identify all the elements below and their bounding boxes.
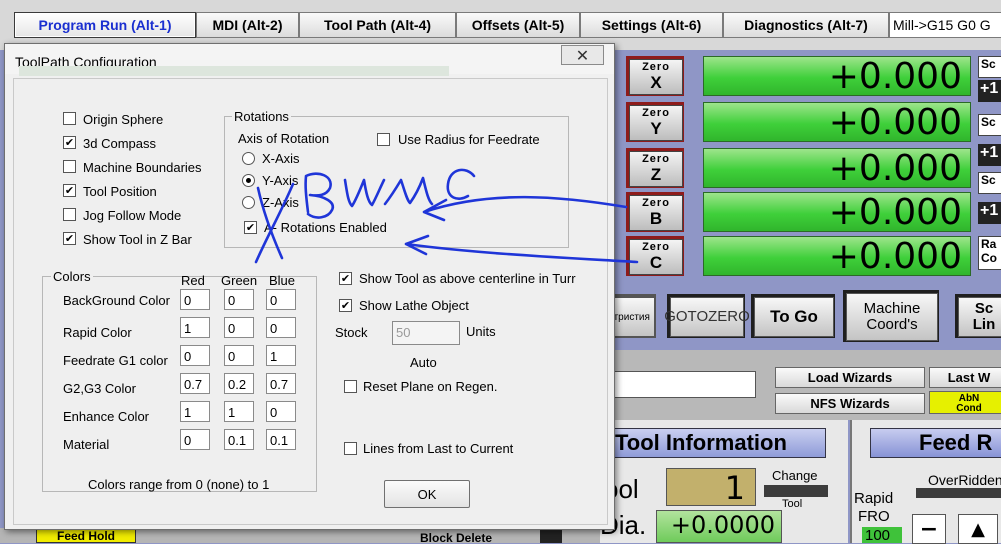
annotation-arrow-c: [404, 234, 639, 264]
annotation-cross: [254, 182, 295, 264]
annotation-letter-s: [446, 168, 476, 200]
annotation-arrow-b: [422, 195, 628, 222]
annotation-word-ili: [343, 176, 434, 208]
handwritten-annotation: [254, 168, 639, 264]
annotation-letter-v: [304, 172, 335, 219]
